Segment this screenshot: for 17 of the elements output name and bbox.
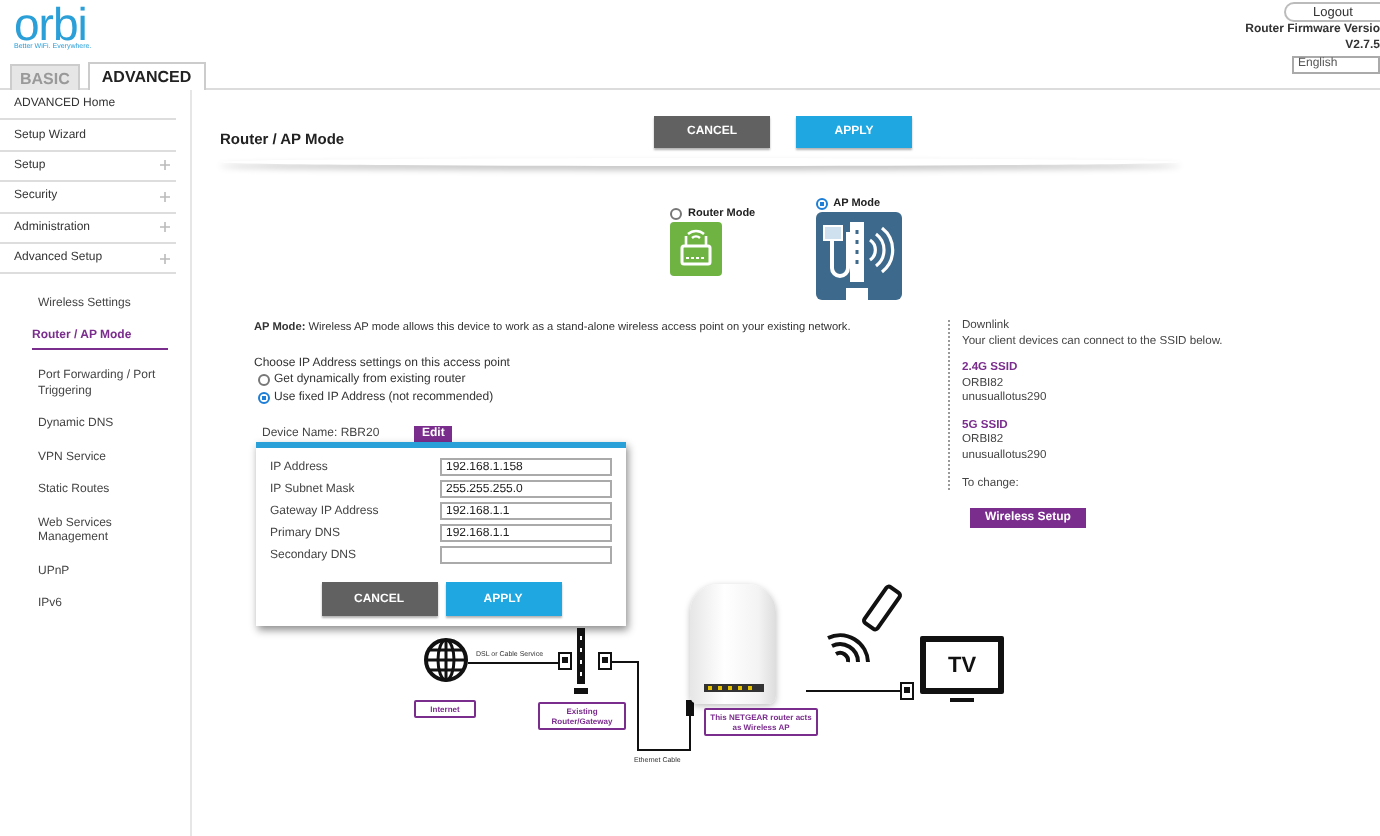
- cable-line: [806, 690, 900, 692]
- globe-icon: [424, 638, 468, 682]
- ethernet-port-icon: [900, 682, 914, 700]
- ethernet-port-icon: [598, 652, 612, 670]
- access-point-icon: [815, 212, 902, 300]
- radio-button[interactable]: [815, 197, 828, 209]
- orbi-logo: orbi: [12, 6, 87, 44]
- radio-button[interactable]: [258, 391, 270, 404]
- cable-line: [468, 662, 558, 664]
- radio-button[interactable]: [258, 374, 270, 387]
- router-icon: [670, 222, 722, 276]
- ethernet-port-icon: [558, 652, 572, 670]
- ethernet-cable-drawing: [612, 660, 698, 754]
- mode-tab[interactable]: ADVANCED: [87, 62, 206, 90]
- radio-button[interactable]: [670, 207, 682, 219]
- input-field[interactable]: [440, 545, 612, 565]
- orbi-router-drawing: [690, 584, 776, 704]
